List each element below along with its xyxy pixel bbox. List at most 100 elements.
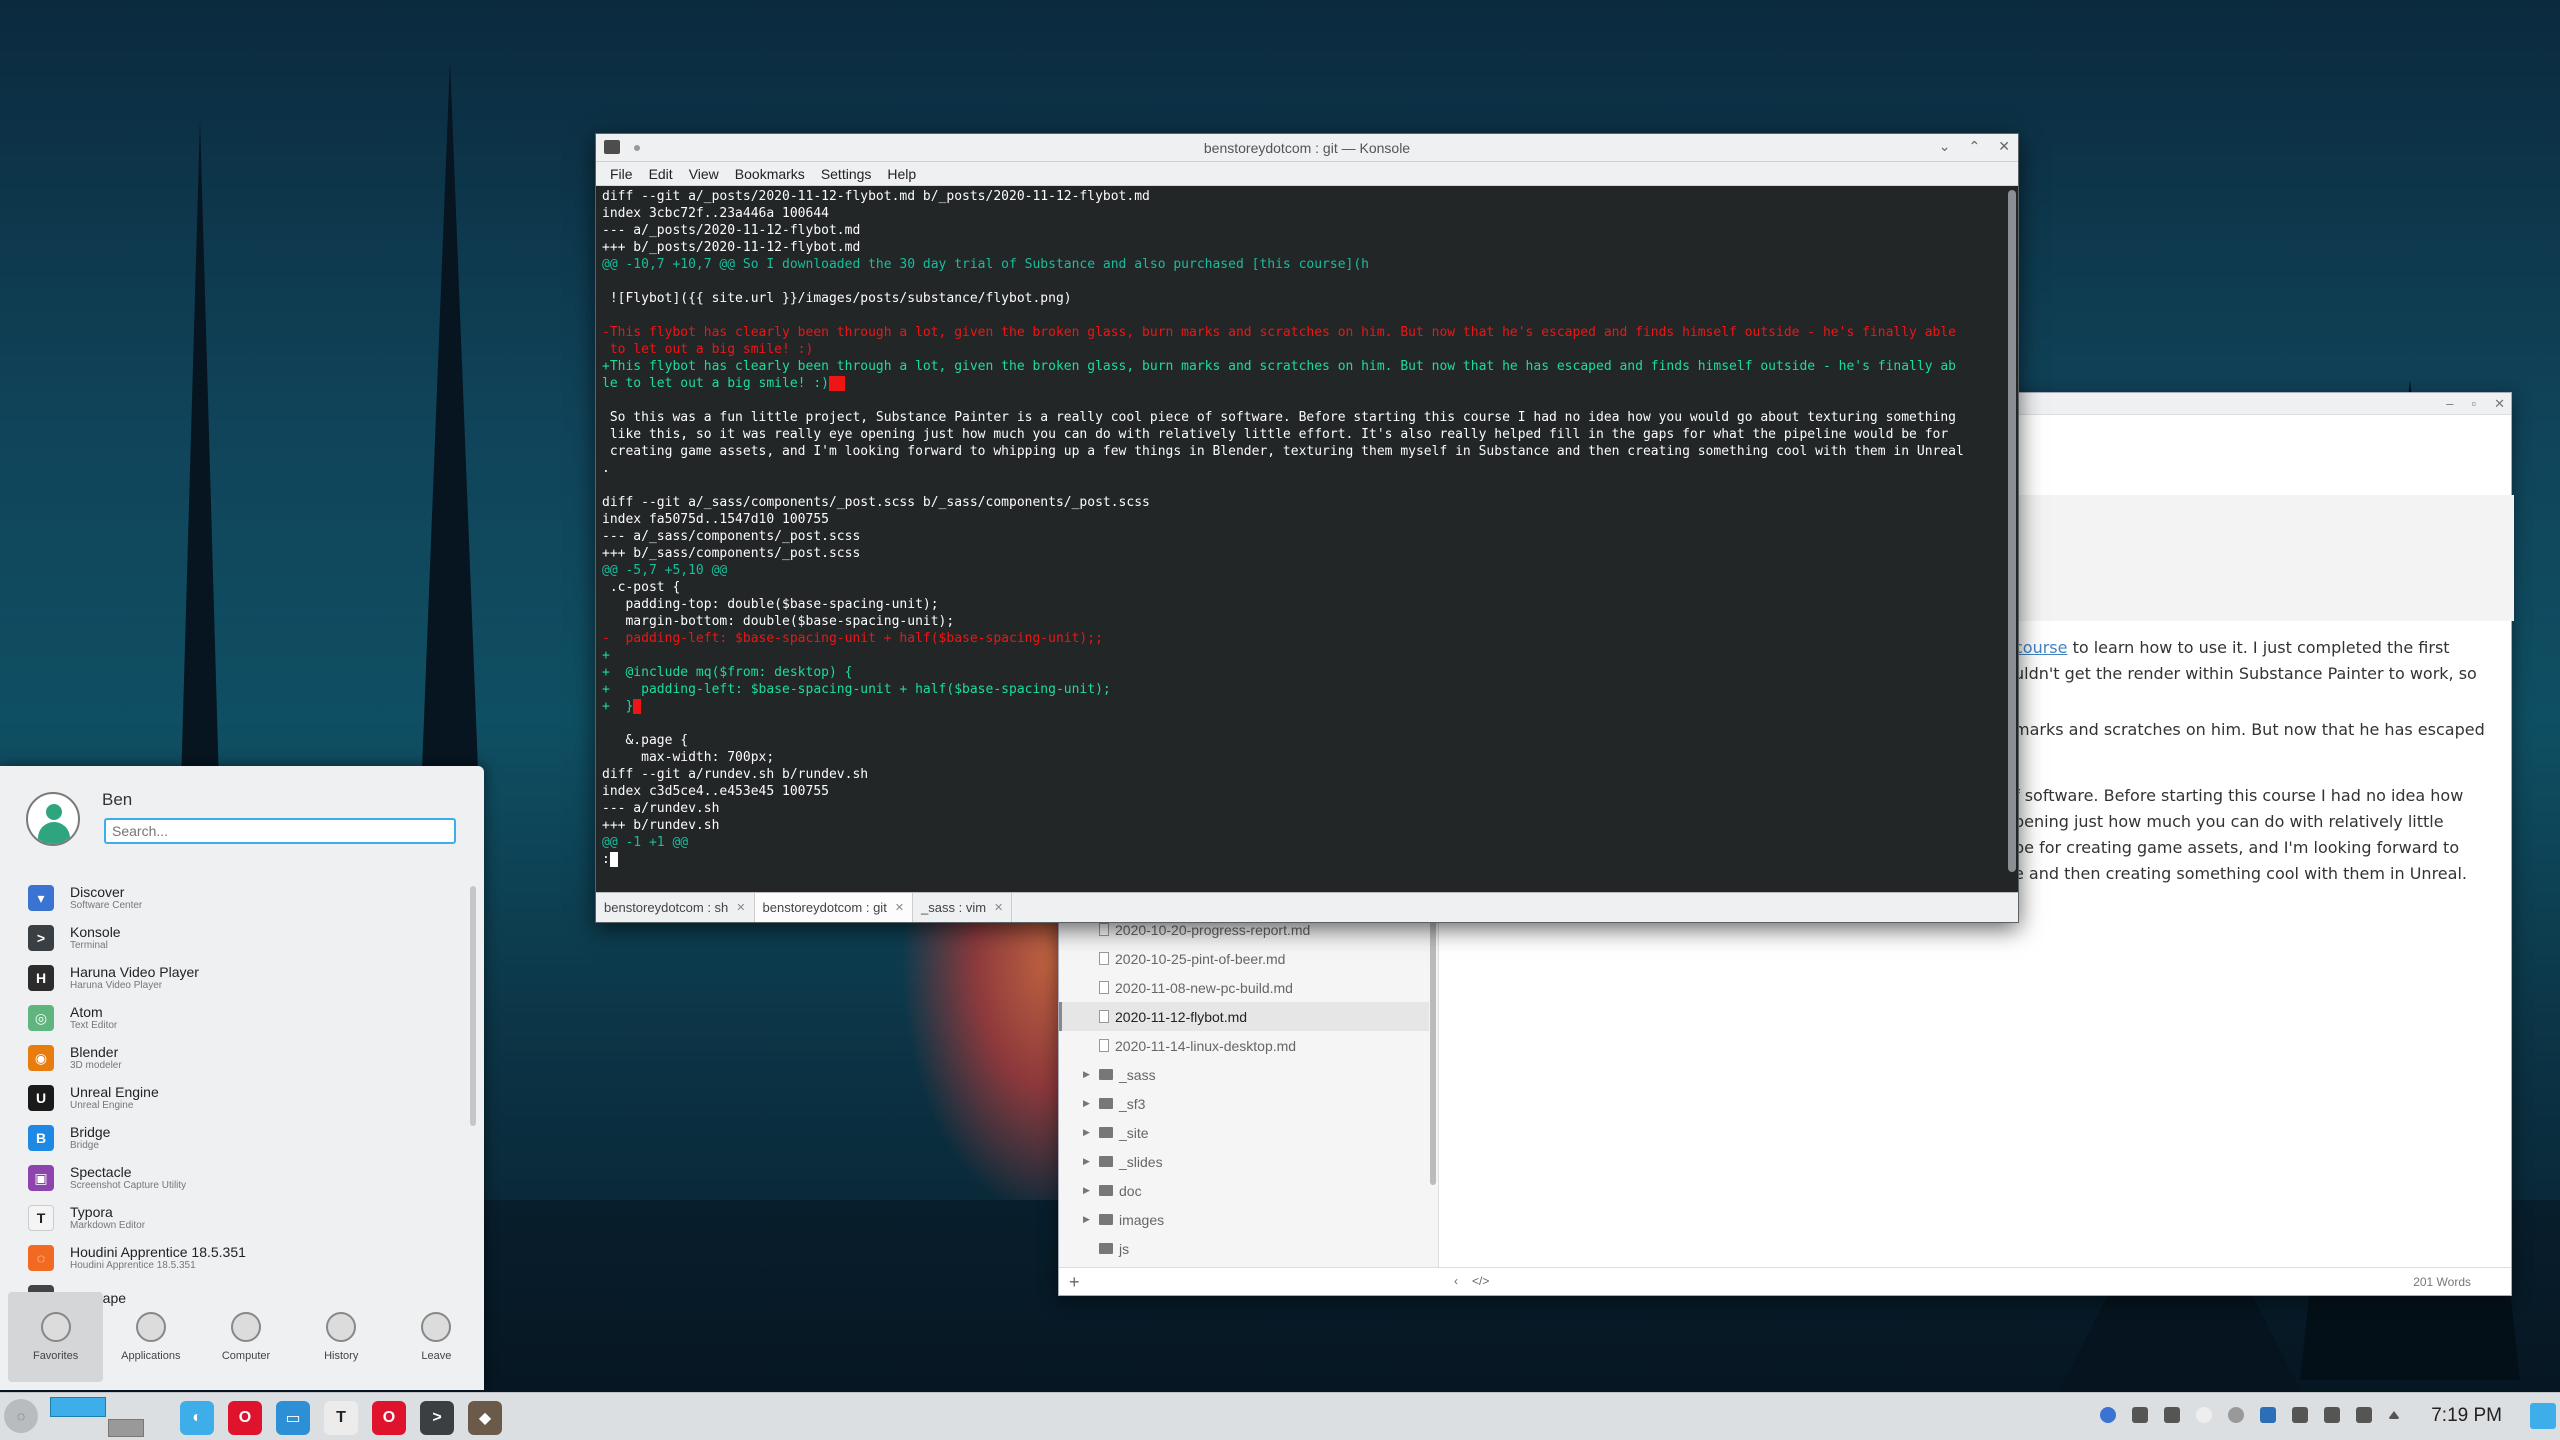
launcher-app[interactable]: H Haruna Video Player Haruna Video Player bbox=[28, 958, 458, 998]
menu-bookmarks[interactable]: Bookmarks bbox=[727, 162, 813, 185]
chevron-right-icon[interactable]: ▶ bbox=[1083, 1098, 1093, 1109]
typora-icon[interactable]: T bbox=[324, 1401, 358, 1435]
clipboard-icon[interactable] bbox=[2228, 1407, 2244, 1423]
launcher-app[interactable]: ▣ Spectacle Screenshot Capture Utility bbox=[28, 1158, 458, 1198]
terminal-tab[interactable]: benstoreydotcom : sh ✕ bbox=[596, 893, 755, 922]
file-item[interactable]: 2020-11-12-flybot.md bbox=[1059, 1002, 1429, 1031]
menu-file[interactable]: File bbox=[602, 162, 641, 185]
folder-item[interactable]: ▶ _sass bbox=[1059, 1060, 1429, 1089]
menu-edit[interactable]: Edit bbox=[641, 162, 681, 185]
virtual-desktop-pager[interactable] bbox=[50, 1397, 146, 1437]
terminal-line: diff --git a/_sass/components/_post.scss… bbox=[602, 494, 1998, 511]
folder-icon bbox=[1099, 1243, 1113, 1254]
folder-item[interactable]: ▶ _sf3 bbox=[1059, 1089, 1429, 1118]
launcher-scrollbar[interactable] bbox=[470, 886, 476, 1126]
launcher-app[interactable]: U Unreal Engine Unreal Engine bbox=[28, 1078, 458, 1118]
terminal-line-text: creating game assets, and I'm looking fo… bbox=[602, 444, 1964, 459]
terminal-scrollbar[interactable] bbox=[2008, 190, 2016, 872]
close-icon[interactable]: ✕ bbox=[1998, 138, 2010, 155]
close-tab-icon[interactable]: ✕ bbox=[895, 901, 904, 914]
maximize-icon[interactable]: ⌃ bbox=[1969, 138, 1981, 155]
show-desktop-button[interactable] bbox=[2530, 1403, 2556, 1429]
minimize-icon[interactable]: ⌄ bbox=[1939, 138, 1951, 155]
folder-item[interactable]: ▶ images bbox=[1059, 1205, 1429, 1234]
clock[interactable]: 7:19 PM bbox=[2431, 1405, 2502, 1427]
close-icon[interactable]: ✕ bbox=[2494, 396, 2505, 412]
app-description: Terminal bbox=[70, 940, 108, 951]
terminal-tab[interactable]: benstoreydotcom : git ✕ bbox=[754, 893, 914, 922]
folder-item[interactable]: ▶ _site bbox=[1059, 1118, 1429, 1147]
launcher-app[interactable]: B Bridge Bridge bbox=[28, 1118, 458, 1158]
file-name: 2020-10-25-pint-of-beer.md bbox=[1115, 950, 1286, 967]
launcher-tab-favorites[interactable]: Favorites bbox=[8, 1292, 104, 1382]
folder-item[interactable]: ▶ _slides bbox=[1059, 1147, 1429, 1176]
launcher-tab-leave[interactable]: Leave bbox=[389, 1292, 484, 1382]
close-tab-icon[interactable]: ✕ bbox=[994, 901, 1003, 914]
close-tab-icon[interactable]: ✕ bbox=[736, 901, 745, 914]
folder-item[interactable]: js bbox=[1059, 1234, 1429, 1263]
chevron-right-icon[interactable]: ▶ bbox=[1083, 1069, 1093, 1080]
info-icon[interactable] bbox=[2100, 1407, 2116, 1423]
files-icon[interactable]: ▭ bbox=[276, 1401, 310, 1435]
konsole-titlebar[interactable]: benstoreydotcom : git — Konsole ⌄ ⌃ ✕ bbox=[596, 134, 2018, 162]
file-item[interactable]: 2020-11-08-new-pc-build.md bbox=[1059, 973, 1429, 1002]
terminal-line-text: ![Flybot]({{ site.url }}/images/posts/su… bbox=[602, 291, 1072, 306]
launcher-button[interactable]: ◌ bbox=[4, 1399, 38, 1433]
chevron-right-icon[interactable]: ▶ bbox=[1083, 1185, 1093, 1196]
launcher-app[interactable]: > Konsole Terminal bbox=[28, 918, 458, 958]
back-icon[interactable]: ‹ bbox=[1454, 1274, 1458, 1288]
file-item[interactable]: 2020-11-14-linux-desktop.md bbox=[1059, 1031, 1429, 1060]
favorites-icon bbox=[40, 1312, 71, 1342]
terminal-line-text: &.page { bbox=[602, 733, 689, 748]
word-count[interactable]: 201 Words bbox=[2413, 1275, 2471, 1289]
launcher-app[interactable]: T Typora Markdown Editor bbox=[28, 1198, 458, 1238]
menu-help[interactable]: Help bbox=[879, 162, 924, 185]
dropbox-icon[interactable] bbox=[2132, 1407, 2148, 1423]
app-text: Discover Software Center bbox=[70, 884, 142, 912]
menu-view[interactable]: View bbox=[681, 162, 727, 185]
network-icon[interactable] bbox=[2356, 1407, 2372, 1423]
launcher-tab-history[interactable]: History bbox=[294, 1292, 389, 1382]
tab-label: Favorites bbox=[32, 1350, 79, 1362]
course-link[interactable]: course bbox=[2014, 638, 2067, 657]
terminal-output[interactable]: diff --git a/_posts/2020-11-12-flybot.md… bbox=[596, 186, 2004, 892]
chevron-right-icon[interactable]: ▶ bbox=[1083, 1156, 1093, 1167]
app-text: Houdini Apprentice 18.5.351 Houdini Appre… bbox=[70, 1244, 246, 1272]
paragraph-text: to learn how to use it. I just completed… bbox=[2067, 638, 2450, 657]
steam-icon[interactable] bbox=[2196, 1407, 2212, 1423]
minimize-icon[interactable]: – bbox=[2446, 396, 2453, 412]
konsole-window[interactable]: benstoreydotcom : git — Konsole ⌄ ⌃ ✕ Fi… bbox=[595, 133, 2019, 923]
launcher-tab-computer[interactable]: Computer bbox=[198, 1292, 293, 1382]
chevron-right-icon[interactable]: ▶ bbox=[1083, 1214, 1093, 1225]
terminal-tab[interactable]: _sass : vim ✕ bbox=[913, 893, 1013, 922]
source-code-icon[interactable]: </> bbox=[1472, 1274, 1489, 1288]
search-input[interactable] bbox=[104, 818, 456, 844]
gimp-icon[interactable]: ◆ bbox=[468, 1401, 502, 1435]
display-icon[interactable] bbox=[2260, 1407, 2276, 1423]
chevron-right-icon[interactable]: ▶ bbox=[1083, 1127, 1093, 1138]
launcher-app[interactable]: ◎ Atom Text Editor bbox=[28, 998, 458, 1038]
maximize-icon[interactable]: ▫ bbox=[2471, 396, 2476, 412]
battery-icon[interactable] bbox=[2292, 1407, 2308, 1423]
opera-icon[interactable]: O bbox=[228, 1401, 262, 1435]
chevron-up-icon[interactable] bbox=[2388, 1411, 2400, 1419]
desktop-1[interactable] bbox=[50, 1397, 106, 1417]
folder-item[interactable]: ▶ doc bbox=[1059, 1176, 1429, 1205]
menu-settings[interactable]: Settings bbox=[813, 162, 880, 185]
volume-icon[interactable] bbox=[2324, 1407, 2340, 1423]
opera-gx-icon[interactable]: O bbox=[372, 1401, 406, 1435]
launcher-app[interactable]: ▾ Discover Software Center bbox=[28, 878, 458, 918]
desktop-2[interactable] bbox=[108, 1419, 144, 1437]
user-avatar[interactable] bbox=[26, 792, 80, 846]
file-item[interactable]: 2020-10-25-pint-of-beer.md bbox=[1059, 944, 1429, 973]
launcher-app[interactable]: ◌ Houdini Apprentice 18.5.351 Houdini Appr… bbox=[28, 1238, 458, 1278]
launcher-app[interactable]: ◉ Blender 3D modeler bbox=[28, 1038, 458, 1078]
add-file-button[interactable]: + bbox=[1069, 1272, 1080, 1293]
launcher-tab-applications[interactable]: Applications bbox=[103, 1292, 198, 1382]
browser-icon[interactable]: ◐ bbox=[180, 1401, 214, 1435]
sidebar-scrollbar[interactable] bbox=[1430, 905, 1436, 1185]
shield-icon[interactable] bbox=[2164, 1407, 2180, 1423]
konsole-icon[interactable]: > bbox=[420, 1401, 454, 1435]
